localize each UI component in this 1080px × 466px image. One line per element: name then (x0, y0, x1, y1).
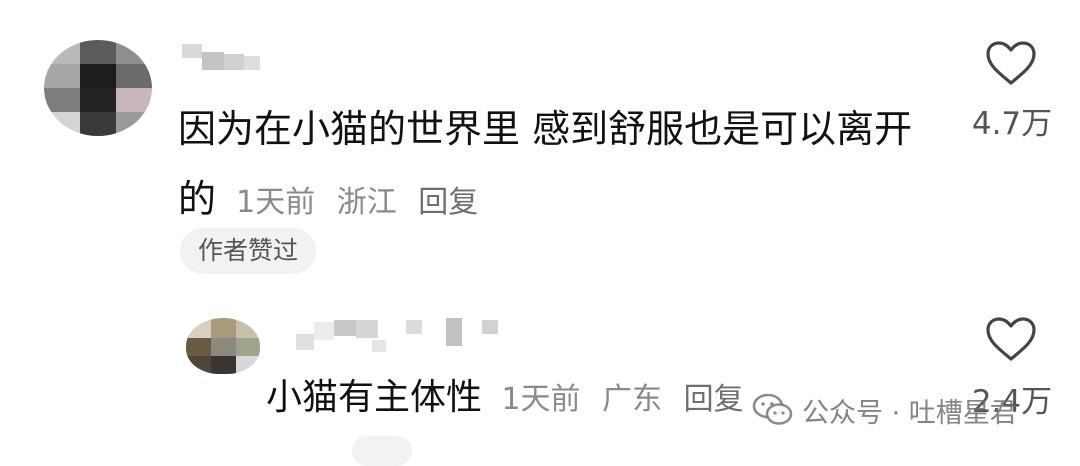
commenter-avatar[interactable] (44, 40, 152, 136)
like-count: 4.7万 (971, 106, 1053, 142)
wechat-logo-icon (752, 393, 793, 425)
comment-location: 浙江 (336, 185, 397, 220)
replier-name-blurred[interactable] (296, 316, 506, 356)
reply-text: 小猫有主体性 (266, 377, 483, 418)
reply-time: 1天前 (501, 382, 581, 417)
author-liked-badge: 作者赞过 (180, 228, 317, 274)
reply-meta: 1天前 广东 回复 (501, 382, 755, 417)
comment-body: 因为在小猫的世界里 感到舒服也是可以离开的 1天前 浙江 回复 (178, 94, 918, 238)
comment-time: 1天前 (236, 185, 316, 220)
reply-reply-button[interactable]: 回复 (684, 382, 744, 417)
reply-body: 小猫有主体性 1天前 广东 回复 (266, 366, 756, 432)
watermark-text: 公众号 · 吐槽星君 (802, 397, 1017, 429)
replier-avatar[interactable] (186, 318, 260, 374)
comment-meta: 1天前 浙江 回复 (236, 185, 490, 220)
heart-icon (986, 317, 1036, 361)
reply-like-button[interactable] (985, 316, 1037, 362)
like-button[interactable] (985, 40, 1037, 86)
reply-badge-partial (352, 436, 412, 466)
reply-button[interactable]: 回复 (418, 185, 478, 220)
commenter-name-blurred[interactable] (182, 44, 262, 74)
watermark: 公众号 · 吐槽星君 (752, 388, 1017, 432)
reply-location: 广东 (602, 382, 663, 417)
heart-icon (986, 41, 1036, 85)
